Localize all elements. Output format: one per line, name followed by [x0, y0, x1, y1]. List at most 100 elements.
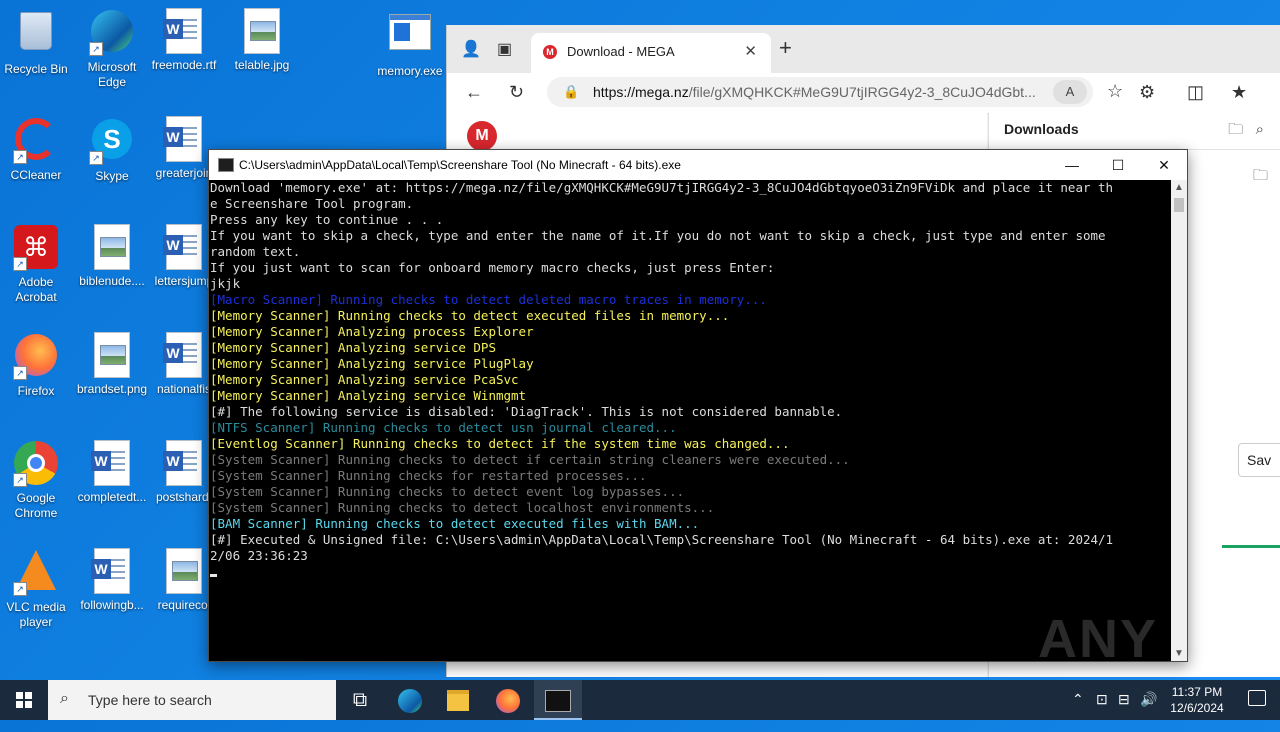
skype-icon: S ↗	[89, 119, 135, 165]
minimize-button[interactable]: —	[1049, 150, 1095, 180]
console-cursor-line	[210, 564, 1172, 581]
network-icon[interactable]: ⊟	[1118, 691, 1130, 708]
word-icon: W	[161, 440, 207, 486]
profile-icon[interactable]: 👤	[461, 39, 481, 59]
taskbar-search-box[interactable]: ⌕ Type here to search	[48, 680, 336, 720]
desktop-icon-image[interactable]: biblenude....	[76, 224, 148, 289]
task-view-icon[interactable]: ⧉	[336, 680, 384, 720]
favorite-star-icon[interactable]: ☆	[1107, 81, 1123, 102]
open-folder-icon[interactable]: 🗀	[1253, 165, 1268, 190]
desktop-icon-image[interactable]: brandset.png	[76, 332, 148, 397]
shortcut-arrow-icon: ↗	[13, 582, 27, 596]
scroll-up-icon[interactable]: ▲	[1174, 182, 1184, 193]
desktop-icon-label: Skype	[95, 169, 129, 183]
tab-title: Download - MEGA	[567, 44, 675, 59]
console-line: random text.	[210, 244, 301, 259]
console-line: [NTFS Scanner] Running checks to detect …	[210, 420, 677, 435]
taskbar-console-icon[interactable]	[534, 680, 582, 720]
url-text: https://mega.nz/file/gXMQHKCK#MeG9U7tjIR…	[593, 84, 1036, 100]
maximize-button[interactable]: ☐	[1095, 150, 1141, 180]
console-scrollbar[interactable]: ▲ ▼	[1171, 180, 1187, 661]
word-icon: W	[89, 440, 135, 486]
desktop-icon-recycle[interactable]: Recycle Bin	[0, 8, 72, 77]
console-window: C:\Users\admin\AppData\Local\Temp\Screen…	[208, 149, 1188, 662]
device-icon[interactable]: ⊡	[1096, 691, 1108, 708]
search-placeholder: Type here to search	[88, 692, 212, 708]
address-bar[interactable]: 🔒 https://mega.nz/file/gXMQHKCK#MeG9U7tj…	[547, 77, 1093, 107]
console-line: [Macro Scanner] Running checks to detect…	[210, 292, 767, 307]
console-line: [System Scanner] Running checks to detec…	[210, 452, 850, 467]
desktop-icon-firefox[interactable]: ↗ Firefox	[0, 332, 72, 399]
desktop-icon-label: Google Chrome	[14, 491, 58, 520]
console-line: [System Scanner] Running checks for rest…	[210, 468, 647, 483]
start-button[interactable]	[0, 680, 48, 720]
word-icon: W	[161, 116, 207, 162]
tab-mega[interactable]: M Download - MEGA ✕	[531, 33, 771, 73]
console-line: jkjk	[210, 276, 241, 291]
desktop-icon-chrome[interactable]: ↗ Google Chrome	[0, 440, 72, 521]
desktop-icon-label: Microsoft Edge	[87, 60, 137, 89]
split-screen-icon[interactable]: ◫	[1187, 82, 1204, 103]
desktop-icon-acrobat[interactable]: ⌘ ↗ Adobe Acrobat	[0, 224, 72, 305]
back-arrow-icon[interactable]: ←	[465, 82, 483, 103]
ccleaner-icon: ↗	[13, 118, 59, 164]
desktop-icon-label: completedt...	[77, 490, 147, 504]
desktop-icon-label: Adobe Acrobat	[15, 275, 57, 304]
console-line: If you just want to scan for onboard mem…	[210, 260, 775, 275]
console-app-icon	[218, 158, 234, 172]
console-output[interactable]: Download 'memory.exe' at: https://mega.n…	[209, 180, 1172, 661]
notification-icon[interactable]	[1248, 690, 1266, 706]
console-line: Download 'memory.exe' at: https://mega.n…	[210, 180, 1114, 195]
chrome-icon: ↗	[13, 441, 59, 487]
word-icon: W	[161, 8, 207, 54]
taskbar: ⌕ Type here to search ⧉ ⌃ ⊡ ⊟ 🔊 11:37 PM…	[0, 680, 1280, 720]
console-line: [Memory Scanner] Analyzing service PcaSv…	[210, 372, 519, 387]
console-line: If you want to skip a check, type and en…	[210, 228, 1106, 243]
close-button[interactable]: ✕	[1141, 150, 1187, 180]
shortcut-arrow-icon: ↗	[13, 150, 27, 164]
image-icon	[161, 548, 207, 594]
desktop-icon-vlc[interactable]: ↗ VLC media player	[0, 548, 72, 630]
taskbar-firefox-icon[interactable]	[484, 680, 532, 720]
refresh-icon[interactable]: ↻	[509, 82, 524, 103]
windows-logo-icon	[16, 692, 32, 708]
desktop-icon-word[interactable]: Wcompletedt...	[76, 440, 148, 505]
console-title-bar[interactable]: C:\Users\admin\AppData\Local\Temp\Screen…	[209, 150, 1187, 180]
read-aloud-icon[interactable]: A	[1053, 80, 1087, 104]
shortcut-arrow-icon: ↗	[13, 473, 27, 487]
new-tab-button[interactable]: +	[779, 37, 792, 59]
show-hidden-icons-chevron-icon[interactable]: ⌃	[1072, 691, 1084, 708]
mega-logo[interactable]: M	[467, 121, 497, 151]
downloads-folder-search-icons[interactable]: 🗀 ⌕	[1228, 119, 1264, 144]
desktop-icon-skype[interactable]: S ↗ Skype	[76, 116, 148, 184]
exe-icon	[387, 14, 433, 60]
clock-time: 11:37 PM	[1171, 685, 1223, 699]
tab-strip: 👤 ▣ M Download - MEGA ✕ +	[447, 25, 1280, 73]
search-icon: ⌕	[60, 690, 69, 707]
tab-actions-icon[interactable]: ▣	[497, 39, 512, 59]
desktop-icon-label: Firefox	[17, 384, 55, 398]
tab-close-icon[interactable]: ✕	[744, 42, 757, 60]
desktop-icon-edge[interactable]: ↗ Microsoft Edge	[76, 8, 148, 90]
save-button[interactable]: Sav	[1238, 443, 1280, 477]
console-line: [Memory Scanner] Analyzing service Winmg…	[210, 388, 527, 403]
clock[interactable]: 11:37 PM 12/6/2024	[1166, 684, 1228, 716]
firefox-icon: ↗	[13, 334, 59, 380]
volume-icon[interactable]: 🔊	[1140, 691, 1157, 708]
console-cursor	[210, 574, 217, 577]
favorites-icon[interactable]: ★	[1231, 82, 1247, 103]
desktop-icon-word[interactable]: Wfollowingb...	[76, 548, 148, 613]
desktop-icon-word[interactable]: Wfreemode.rtf	[148, 8, 220, 73]
desktop-icon-ccleaner[interactable]: ↗ CCleaner	[0, 116, 72, 183]
taskbar-edge-icon[interactable]	[386, 680, 434, 720]
taskbar-file-explorer-icon[interactable]	[434, 680, 482, 720]
desktop-icon-label: freemode.rtf	[151, 58, 217, 72]
desktop-icon-exe[interactable]: memory.exe	[374, 8, 446, 79]
desktop-icon-image[interactable]: telable.jpg	[226, 8, 298, 73]
scroll-thumb[interactable]	[1174, 198, 1184, 212]
extensions-icon[interactable]: ⚙	[1139, 82, 1155, 103]
edge-icon: ↗	[89, 10, 135, 56]
image-icon	[239, 8, 285, 54]
lock-icon[interactable]: 🔒	[563, 84, 579, 100]
system-tray: ⌃ ⊡ ⊟ 🔊 11:37 PM 12/6/2024	[1050, 680, 1280, 720]
